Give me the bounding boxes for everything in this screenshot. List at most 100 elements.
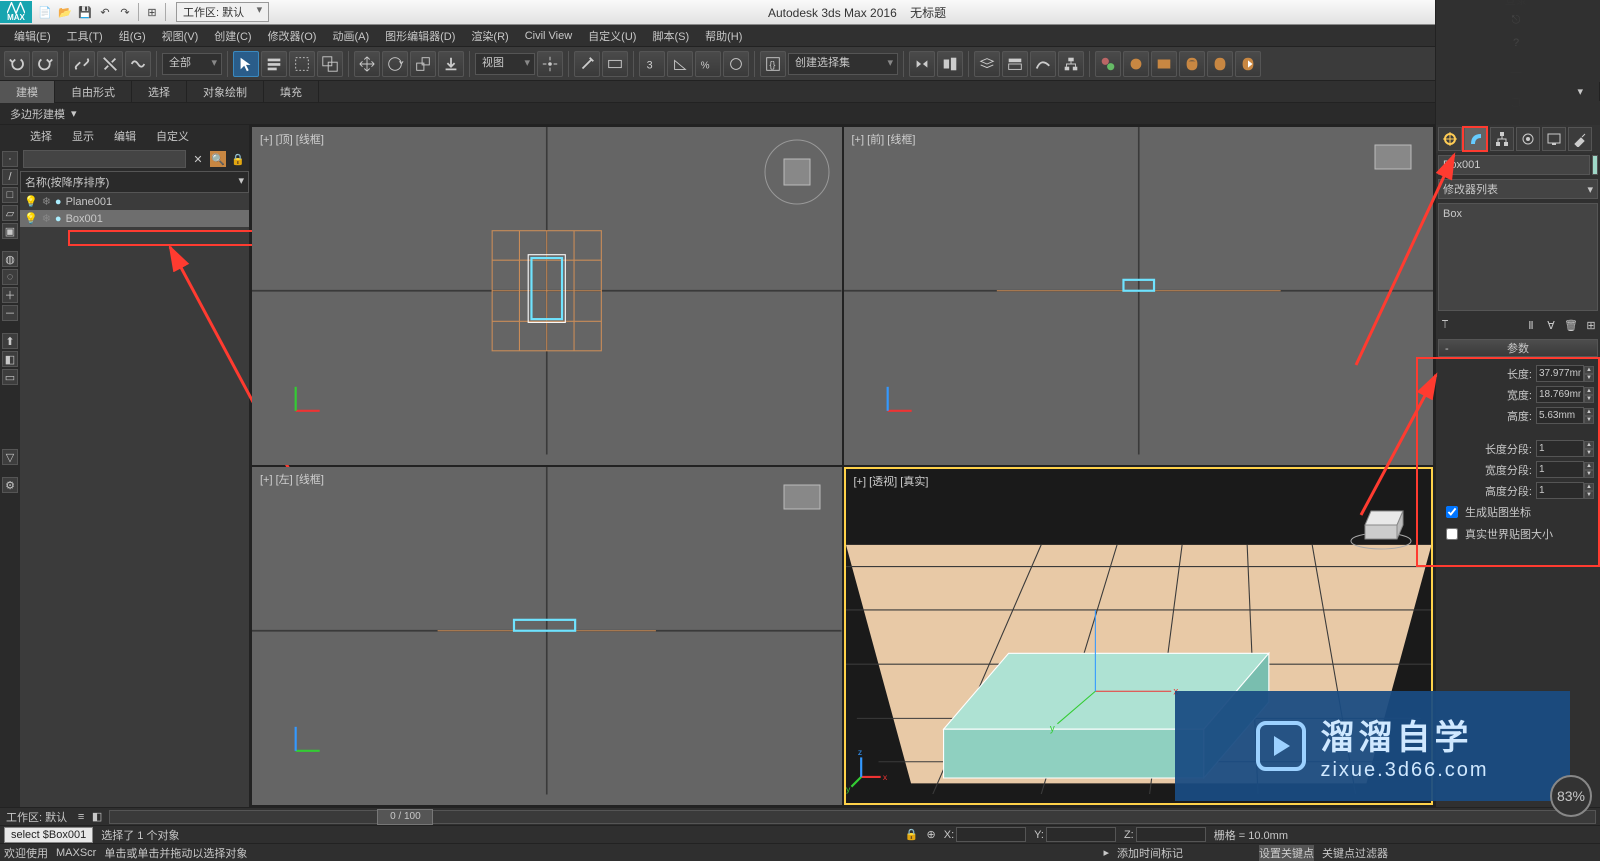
select-name-button[interactable] bbox=[261, 51, 287, 77]
layer-explorer-button[interactable] bbox=[974, 51, 1000, 77]
show-result-icon[interactable]: Ⅱ bbox=[1524, 318, 1538, 332]
rendered-frame-button[interactable] bbox=[1151, 51, 1177, 77]
qat-undo-icon[interactable]: ↶ bbox=[96, 3, 114, 21]
subobj-vertex-icon[interactable]: · bbox=[2, 151, 18, 167]
genmap-checkbox[interactable] bbox=[1446, 506, 1458, 518]
viewport-label[interactable]: [+] [左] [线框] bbox=[260, 471, 324, 487]
move-button[interactable] bbox=[354, 51, 380, 77]
pin-stack-icon[interactable]: ⟙ bbox=[1438, 318, 1452, 332]
list-item[interactable]: 💡 ❄ ● Box001 bbox=[20, 210, 249, 227]
explorer-name-header[interactable]: 名称(按降序排序)▾ bbox=[20, 171, 249, 193]
ribbon-tab-selection[interactable]: 选择 bbox=[132, 81, 187, 103]
material-editor-button[interactable] bbox=[1095, 51, 1121, 77]
ref-coord-dropdown[interactable]: 视图 bbox=[475, 53, 535, 75]
tab-display-icon[interactable] bbox=[1542, 127, 1566, 151]
align-button[interactable] bbox=[937, 51, 963, 77]
time-slider-track[interactable]: 0 / 100 bbox=[109, 810, 1596, 824]
tool-ring-icon[interactable]: ◌ bbox=[2, 269, 18, 285]
spinner-up-icon[interactable]: ▲ bbox=[1584, 483, 1594, 491]
tab-hierarchy-icon[interactable] bbox=[1490, 127, 1514, 151]
lock-icon[interactable]: 🔒 bbox=[230, 151, 246, 167]
remove-mod-icon[interactable]: 🗑 bbox=[1564, 318, 1578, 332]
key-filter-button[interactable]: 关键点过滤器 bbox=[1322, 845, 1388, 861]
mirror-button[interactable] bbox=[909, 51, 935, 77]
spinner-snap-button[interactable] bbox=[723, 51, 749, 77]
list-item[interactable]: 💡 ❄ ● Plane001 bbox=[20, 193, 249, 210]
visibility-icon[interactable]: 💡 bbox=[24, 195, 38, 208]
layer-toggle-icon[interactable]: ◧ bbox=[89, 809, 105, 825]
menu-view[interactable]: 视图(V) bbox=[154, 25, 207, 47]
menu-script[interactable]: 脚本(S) bbox=[644, 25, 697, 47]
menu-customize[interactable]: 自定义(U) bbox=[580, 25, 644, 47]
spinner-up-icon[interactable]: ▲ bbox=[1584, 408, 1594, 416]
menu-render[interactable]: 渲染(R) bbox=[463, 25, 516, 47]
qat-save-icon[interactable]: 💾 bbox=[76, 3, 94, 21]
spinner-up-icon[interactable]: ▲ bbox=[1584, 366, 1594, 374]
tab-modify-icon[interactable] bbox=[1464, 127, 1488, 151]
spinner-up-icon[interactable]: ▲ bbox=[1584, 387, 1594, 395]
visibility-icon[interactable]: 💡 bbox=[24, 212, 38, 225]
menu-civilview[interactable]: Civil View bbox=[517, 27, 580, 45]
ribbon-tab-modeling[interactable]: 建模 bbox=[0, 81, 55, 103]
freeze-icon[interactable]: ❄ bbox=[42, 195, 51, 208]
y-coord-field[interactable] bbox=[1046, 827, 1116, 842]
tool-grow-icon[interactable]: ＋ bbox=[2, 287, 18, 303]
tab-motion-icon[interactable] bbox=[1516, 127, 1540, 151]
keyboard-shortcut-button[interactable] bbox=[602, 51, 628, 77]
z-coord-field[interactable] bbox=[1136, 827, 1206, 842]
adaptive-degradation-badge[interactable]: 83% bbox=[1550, 775, 1592, 817]
width-field[interactable] bbox=[1536, 386, 1584, 403]
placement-button[interactable] bbox=[438, 51, 464, 77]
select-region-rect-button[interactable] bbox=[289, 51, 315, 77]
angle-snap-button[interactable] bbox=[667, 51, 693, 77]
percent-snap-button[interactable]: % bbox=[695, 51, 721, 77]
modifier-list-dropdown[interactable]: 修改器列表▾ bbox=[1438, 179, 1598, 199]
menu-help[interactable]: 帮助(H) bbox=[697, 25, 750, 47]
tool-filter-icon[interactable]: ▽ bbox=[2, 449, 18, 465]
spinner-down-icon[interactable]: ▼ bbox=[1584, 449, 1594, 457]
viewcube[interactable] bbox=[772, 477, 832, 517]
explorer-tab-display[interactable]: 显示 bbox=[62, 125, 104, 147]
link-button[interactable] bbox=[69, 51, 95, 77]
viewport-label[interactable]: [+] [顶] [线框] bbox=[260, 131, 324, 147]
rollout-header-params[interactable]: 参数 bbox=[1438, 339, 1598, 357]
freeze-icon[interactable]: ❄ bbox=[42, 212, 51, 225]
viewcube[interactable] bbox=[762, 137, 832, 207]
qat-new-icon[interactable]: 📄 bbox=[36, 3, 54, 21]
login-label[interactable]: 登录 bbox=[1505, 0, 1527, 8]
render-production-button[interactable] bbox=[1179, 51, 1205, 77]
viewport-front[interactable]: [+] [前] [线框] bbox=[844, 127, 1434, 465]
snap-toggle-button[interactable]: 3 bbox=[639, 51, 665, 77]
absolute-mode-icon[interactable]: ⊕ bbox=[927, 828, 936, 841]
menu-grapheditor[interactable]: 图形编辑器(D) bbox=[377, 25, 463, 47]
maximize-button[interactable]: ▢ bbox=[1496, 89, 1536, 114]
tab-create-icon[interactable] bbox=[1438, 127, 1462, 151]
viewport-left[interactable]: [+] [左] [线框] bbox=[252, 467, 842, 805]
make-unique-icon[interactable]: ∀ bbox=[1544, 318, 1558, 332]
explorer-filter-input[interactable] bbox=[23, 150, 186, 168]
length-field[interactable] bbox=[1536, 365, 1584, 382]
menu-modifier[interactable]: 修改器(O) bbox=[260, 25, 325, 47]
scale-button[interactable] bbox=[410, 51, 436, 77]
maxscript-badge[interactable]: MAXScr bbox=[56, 847, 96, 859]
subobj-edge-icon[interactable]: / bbox=[2, 169, 18, 185]
clear-filter-icon[interactable]: ✕ bbox=[190, 151, 206, 167]
tab-utilities-icon[interactable] bbox=[1568, 127, 1592, 151]
lseg-field[interactable] bbox=[1536, 440, 1584, 457]
time-slider-handle[interactable]: 0 / 100 bbox=[377, 809, 433, 825]
unlink-button[interactable] bbox=[97, 51, 123, 77]
wseg-field[interactable] bbox=[1536, 461, 1584, 478]
redo-button[interactable] bbox=[32, 51, 58, 77]
ribbon-tab-freeform[interactable]: 自由形式 bbox=[55, 81, 132, 103]
render-activeview-button[interactable] bbox=[1235, 51, 1261, 77]
find-icon[interactable]: 🔍 bbox=[210, 151, 226, 167]
viewcube[interactable] bbox=[1363, 137, 1423, 177]
tool-loop-icon[interactable]: ◍ bbox=[2, 251, 18, 267]
spinner-up-icon[interactable]: ▲ bbox=[1584, 462, 1594, 470]
bind-spacewarp-button[interactable] bbox=[125, 51, 151, 77]
qat-project-icon[interactable]: ⊞ bbox=[143, 3, 161, 21]
curve-editor-button[interactable] bbox=[1030, 51, 1056, 77]
selection-filter-dropdown[interactable]: 全部 bbox=[162, 53, 222, 75]
spinner-up-icon[interactable]: ▲ bbox=[1584, 441, 1594, 449]
configure-sets-icon[interactable]: ⊞ bbox=[1584, 318, 1598, 332]
